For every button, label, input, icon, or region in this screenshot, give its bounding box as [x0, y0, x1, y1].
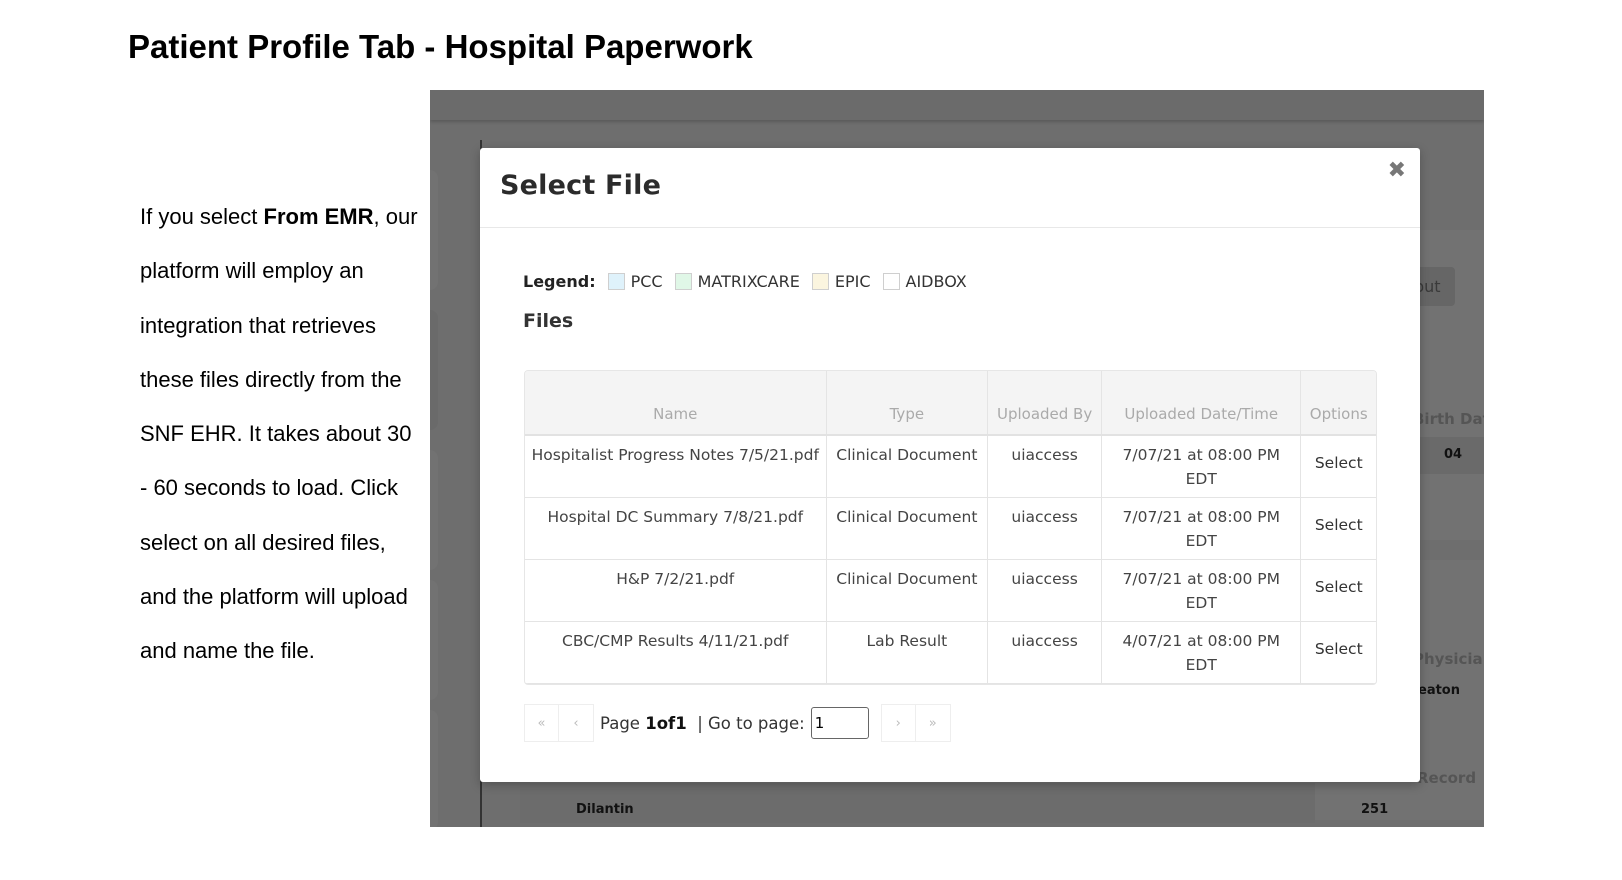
legend-item-aidbox: AIDBOX	[882, 272, 967, 291]
table-row: H&P 7/2/21.pdf Clinical Document uiacces…	[525, 559, 1376, 622]
select-file-button[interactable]: Select	[1300, 559, 1376, 622]
file-uploaded-date: 4/07/21 at 08:00 PM EDT	[1101, 621, 1302, 684]
medication-name: Dilantin	[576, 802, 634, 817]
description-bold: From EMR	[263, 204, 374, 229]
physician-value: eaton	[1418, 683, 1460, 698]
record-value: 251	[1361, 802, 1389, 817]
file-name: H&P 7/2/21.pdf	[525, 559, 827, 622]
birth-date-value: 04	[1444, 447, 1463, 462]
birth-date-label: Birth Dat	[1413, 410, 1484, 428]
background-row	[520, 783, 1315, 823]
legend-swatch-aidbox	[882, 273, 900, 290]
legend-swatch-pcc	[607, 273, 625, 290]
description-pre: If you select	[140, 204, 264, 229]
page-indicator: Page 1of1 | Go to page:	[600, 714, 805, 733]
legend-item-matrixcare: MATRIXCARE	[674, 272, 800, 291]
column-header-type[interactable]: Type	[826, 371, 989, 436]
side-tab	[430, 310, 438, 430]
side-tab	[430, 580, 438, 700]
pagination: « ‹ Page 1of1 | Go to page: › »	[524, 704, 951, 742]
side-tab	[430, 450, 438, 570]
select-file-button[interactable]: Select	[1300, 497, 1376, 560]
file-name: CBC/CMP Results 4/11/21.pdf	[525, 621, 827, 684]
column-header-name[interactable]: Name	[525, 371, 827, 436]
page-of: of	[656, 713, 676, 733]
legend-label: Legend:	[523, 272, 596, 291]
side-tab	[430, 710, 438, 827]
legend-item-label: EPIC	[834, 272, 871, 291]
legend-swatch-matrixcare	[674, 273, 692, 290]
column-header-uploaded-date[interactable]: Uploaded Date/Time	[1101, 371, 1302, 436]
files-heading: Files	[523, 310, 574, 332]
legend-swatch-epic	[811, 273, 829, 290]
legend-item-label: PCC	[630, 272, 663, 291]
file-name: Hospitalist Progress Notes 7/5/21.pdf	[525, 435, 827, 498]
table-row: Hospital DC Summary 7/8/21.pdf Clinical …	[525, 497, 1376, 560]
last-page-button[interactable]: »	[915, 704, 951, 742]
table-row: CBC/CMP Results 4/11/21.pdf Lab Result u…	[525, 621, 1376, 684]
goto-label: | Go to page:	[697, 713, 805, 733]
file-uploaded-by: uiaccess	[987, 435, 1103, 498]
file-type: Clinical Document	[826, 435, 989, 498]
legend-item-label: AIDBOX	[905, 272, 967, 291]
legend-item-label: MATRIXCARE	[697, 272, 800, 291]
description-text: If you select From EMR, our platform wil…	[140, 190, 420, 679]
first-page-button[interactable]: «	[524, 704, 559, 742]
file-uploaded-date: 7/07/21 at 08:00 PM EDT	[1101, 497, 1302, 560]
file-uploaded-by: uiaccess	[987, 621, 1103, 684]
next-page-button[interactable]: ›	[880, 704, 916, 742]
legend: Legend: PCC MATRIXCARE EPIC AIDBOX	[523, 272, 979, 291]
close-icon[interactable]: ✖	[1388, 160, 1406, 182]
file-uploaded-date: 7/07/21 at 08:00 PM EDT	[1101, 559, 1302, 622]
files-table: Name Type Uploaded By Uploaded Date/Time…	[525, 371, 1376, 684]
table-row: Hospitalist Progress Notes 7/5/21.pdf Cl…	[525, 435, 1376, 498]
file-uploaded-by: uiaccess	[987, 497, 1103, 560]
description-post: , our platform will employ an integratio…	[140, 204, 418, 664]
file-uploaded-by: uiaccess	[987, 559, 1103, 622]
files-table-wrapper: Name Type Uploaded By Uploaded Date/Time…	[524, 370, 1377, 685]
legend-item-epic: EPIC	[811, 272, 871, 291]
side-tab	[430, 170, 438, 290]
select-file-button[interactable]: Select	[1300, 435, 1376, 498]
file-type: Clinical Document	[826, 559, 989, 622]
column-header-options: Options	[1300, 371, 1376, 436]
page-prefix: Page	[600, 713, 640, 733]
app-top-bar	[430, 90, 1484, 120]
file-name: Hospital DC Summary 7/8/21.pdf	[525, 497, 827, 560]
file-type: Clinical Document	[826, 497, 989, 560]
select-file-button[interactable]: Select	[1300, 621, 1376, 684]
file-uploaded-date: 7/07/21 at 08:00 PM EDT	[1101, 435, 1302, 498]
physician-label: Physicia	[1413, 650, 1483, 668]
table-header-row: Name Type Uploaded By Uploaded Date/Time…	[525, 371, 1376, 436]
legend-item-pcc: PCC	[607, 272, 663, 291]
page-total: 1	[675, 713, 687, 733]
goto-page-input[interactable]	[810, 707, 869, 739]
page-current: 1	[645, 713, 657, 733]
record-label: Record	[1417, 769, 1477, 787]
column-header-uploaded-by[interactable]: Uploaded By	[987, 371, 1103, 436]
file-type: Lab Result	[826, 621, 989, 684]
page-title: Patient Profile Tab - Hospital Paperwork	[128, 28, 753, 65]
prev-page-button[interactable]: ‹	[559, 704, 594, 742]
modal-header: Select File ✖	[480, 148, 1420, 228]
modal-title: Select File	[500, 170, 662, 201]
select-file-modal: Select File ✖ Legend: PCC MATRIXCARE EPI…	[480, 148, 1420, 782]
